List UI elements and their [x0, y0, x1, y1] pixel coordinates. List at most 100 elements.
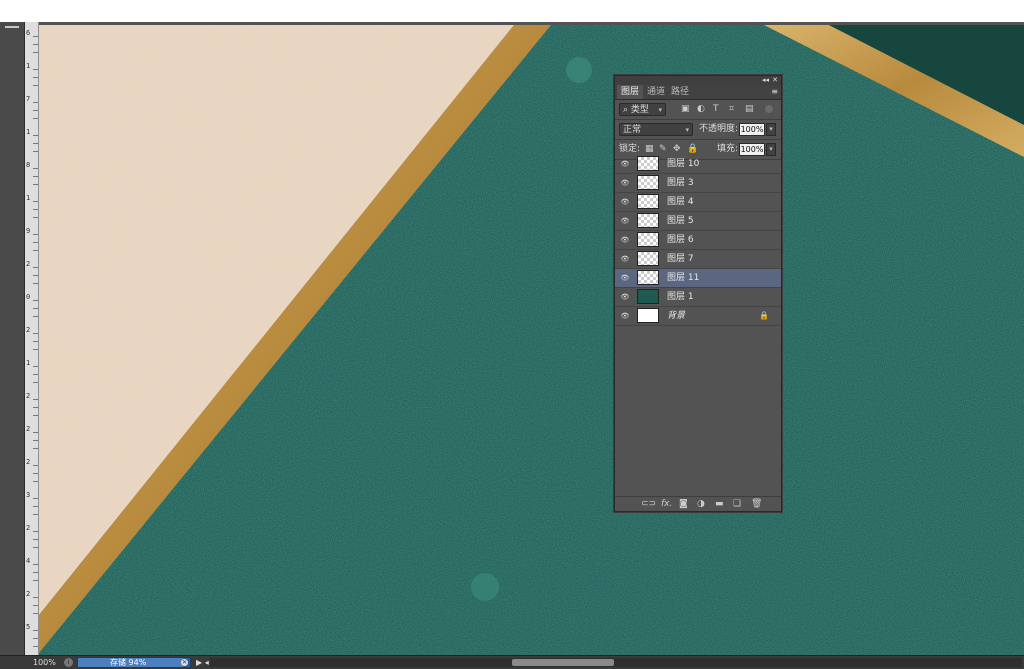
layer-row[interactable]: 👁 图层 6 — [615, 231, 781, 250]
layer-thumbnail — [637, 289, 659, 304]
ruler-minor-tick — [33, 300, 38, 301]
tab-paths[interactable]: 路径 — [667, 85, 693, 99]
ruler-minor-tick — [33, 531, 38, 532]
layer-name[interactable]: 图层 5 — [667, 212, 694, 230]
filter-kind-select[interactable]: ⌕ 类型 ▾ — [619, 103, 666, 116]
layer-name[interactable]: 图层 11 — [667, 269, 699, 287]
layer-name[interactable]: 图层 3 — [667, 174, 694, 192]
ruler-minor-tick — [33, 333, 38, 334]
ruler-minor-tick — [33, 572, 38, 573]
folder-icon[interactable]: ▬ — [715, 498, 724, 510]
smart-filter-icon[interactable]: ▤ — [745, 104, 754, 115]
shape-filter-icon[interactable]: ⌗ — [729, 104, 734, 115]
ruler-minor-tick — [33, 201, 38, 202]
ruler-minor-tick — [33, 630, 38, 631]
ruler-minor-tick — [33, 250, 38, 251]
image-filter-icon[interactable]: ▣ — [681, 104, 690, 115]
layer-row[interactable]: 👁 图层 1 — [615, 288, 781, 307]
new-layer-icon[interactable]: ❏ — [733, 498, 741, 510]
layer-thumbnail — [637, 156, 659, 171]
panel-tabs: 图层 通道 路径 ≡ — [615, 85, 781, 100]
visibility-eye-icon[interactable]: 👁 — [620, 235, 630, 245]
horizontal-scrollbar[interactable] — [210, 658, 1022, 667]
adjustment-icon[interactable]: ◑ — [697, 498, 705, 510]
mask-icon[interactable]: ◙ — [679, 498, 688, 510]
cancel-icon[interactable]: ✕ — [181, 659, 188, 666]
layer-row[interactable]: 👁 图层 4 — [615, 193, 781, 212]
ruler-minor-tick — [33, 399, 38, 400]
scroll-thumb[interactable] — [512, 659, 614, 666]
lock-image-icon[interactable]: ✎ — [659, 144, 667, 155]
chevron-down-icon: ▾ — [685, 126, 689, 134]
close-icon[interactable]: ✕ — [772, 76, 778, 85]
ruler-minor-tick — [33, 176, 38, 177]
ruler-minor-tick — [33, 184, 38, 185]
ruler-minor-tick — [33, 547, 38, 548]
filter-toggle-icon[interactable] — [765, 105, 773, 113]
tab-layers[interactable]: 图层 — [617, 85, 644, 99]
lock-transparent-icon[interactable]: ▦ — [645, 144, 654, 155]
visibility-eye-icon[interactable]: 👁 — [620, 292, 630, 302]
ruler-minor-tick — [33, 217, 38, 218]
ruler-minor-tick — [33, 473, 38, 474]
visibility-eye-icon[interactable]: 👁 — [620, 216, 630, 226]
fx-icon[interactable]: fx. — [661, 498, 672, 510]
layer-row[interactable]: 👁 图层 10 — [615, 155, 781, 174]
ruler-minor-tick — [33, 613, 38, 614]
layer-thumbnail — [637, 175, 659, 190]
visibility-eye-icon[interactable]: 👁 — [620, 273, 630, 283]
layer-name[interactable]: 图层 4 — [667, 193, 694, 211]
ruler-minor-tick — [33, 143, 38, 144]
trash-icon[interactable]: 🗑 — [751, 498, 762, 510]
lock-position-icon[interactable]: ✥ — [673, 144, 681, 155]
ruler-minor-tick — [33, 382, 38, 383]
ruler-minor-tick — [33, 415, 38, 416]
ruler-minor-tick — [33, 308, 38, 309]
visibility-eye-icon[interactable]: 👁 — [620, 311, 630, 321]
photoshop-workspace: 6171819202122232425 ◂◂ ✕ 图层 通道 路径 ≡ ⌕ 类型… — [0, 22, 1024, 655]
visibility-eye-icon[interactable]: 👁 — [620, 178, 630, 188]
visibility-eye-icon[interactable]: 👁 — [620, 197, 630, 207]
tool-strip[interactable] — [0, 22, 25, 655]
ruler-minor-tick — [33, 102, 38, 103]
adjust-filter-icon[interactable]: ◐ — [697, 104, 705, 115]
ruler-minor-tick — [33, 374, 38, 375]
chevron-down-icon: ▾ — [658, 106, 662, 114]
ruler-minor-tick — [33, 69, 38, 70]
zoom-level[interactable]: 100% — [33, 656, 56, 669]
panel-titlebar[interactable]: ◂◂ ✕ — [615, 76, 781, 85]
tab-channels[interactable]: 通道 — [643, 85, 669, 99]
layer-thumbnail — [637, 194, 659, 209]
layer-name[interactable]: 图层 10 — [667, 155, 699, 173]
visibility-eye-icon[interactable]: 👁 — [620, 254, 630, 264]
document-canvas[interactable] — [39, 25, 1024, 655]
panel-menu-icon[interactable]: ≡ — [771, 87, 778, 96]
ruler-minor-tick — [33, 407, 38, 408]
search-icon: ⌕ — [623, 105, 629, 115]
info-icon[interactable]: i — [64, 658, 73, 667]
layer-row[interactable]: 👁 背景 🔒 — [615, 307, 781, 326]
layer-row[interactable]: 👁 图层 5 — [615, 212, 781, 231]
opacity-input[interactable]: 100% — [739, 123, 765, 136]
ruler-minor-tick — [33, 448, 38, 449]
lock-all-icon[interactable]: 🔒 — [687, 144, 698, 155]
collapse-panel-icon[interactable]: ◂◂ — [762, 76, 769, 85]
text-filter-icon[interactable]: T — [713, 104, 719, 115]
layer-name[interactable]: 图层 6 — [667, 231, 694, 249]
blend-mode-select[interactable]: 正常 ▾ — [619, 123, 693, 136]
layer-name[interactable]: 图层 7 — [667, 250, 694, 268]
opacity-dropdown-icon[interactable]: ▾ — [766, 123, 776, 136]
link-icon[interactable]: ⊂⊃ — [641, 498, 656, 510]
layer-row[interactable]: 👁 图层 3 — [615, 174, 781, 193]
play-icon[interactable]: ▶ ◂ — [196, 656, 209, 669]
collapse-icon[interactable] — [5, 26, 19, 34]
spot — [471, 573, 499, 601]
ruler-minor-tick — [33, 168, 38, 169]
layer-name[interactable]: 背景 — [667, 307, 685, 325]
layer-row[interactable]: 👁 图层 11 — [615, 269, 781, 288]
visibility-eye-icon[interactable]: 👁 — [620, 159, 630, 169]
ruler-minor-tick — [33, 234, 38, 235]
layer-name[interactable]: 图层 1 — [667, 288, 694, 306]
panel-footer: ⊂⊃ fx. ◙ ◑ ▬ ❏ 🗑 — [615, 496, 781, 511]
layer-row[interactable]: 👁 图层 7 — [615, 250, 781, 269]
